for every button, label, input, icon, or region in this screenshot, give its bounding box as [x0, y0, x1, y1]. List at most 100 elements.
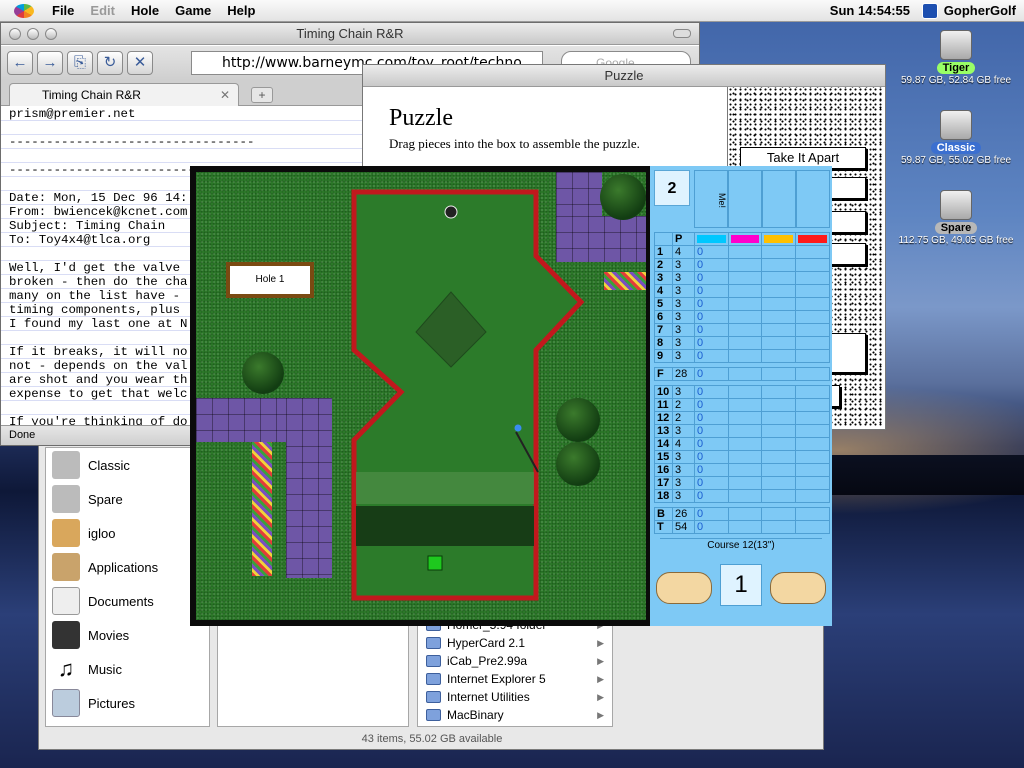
bookmarks-icon[interactable]: ⎘ — [67, 51, 93, 75]
sidebar-item-spare[interactable]: Spare — [46, 482, 209, 516]
sidebar-item-pictures[interactable]: Pictures — [46, 686, 209, 720]
next-hole-hand-icon[interactable] — [770, 572, 826, 604]
sidebar-item-label: Documents — [88, 593, 154, 609]
zoom-button[interactable] — [45, 28, 57, 40]
list-item[interactable]: HyperCard 2.1 ▶ — [418, 634, 612, 652]
player-color-swatch — [730, 235, 760, 243]
hole-number: 7 — [654, 323, 673, 337]
par-value: 3 — [671, 476, 695, 490]
player-slot — [728, 170, 762, 228]
sidebar-item-label: Pictures — [88, 695, 135, 711]
score-row: 14 4 0 — [654, 437, 830, 451]
previous-hole-hand-icon[interactable] — [656, 572, 712, 604]
reload-button[interactable]: ↻ — [97, 51, 123, 75]
minimize-button[interactable] — [27, 28, 39, 40]
menu-file[interactable]: File — [44, 3, 82, 18]
sidebar-item-music[interactable]: ♫ Music — [46, 652, 209, 686]
player-score: 0 — [693, 437, 729, 451]
player-score-empty — [795, 310, 830, 324]
sidebar-item-label: igloo — [88, 525, 116, 541]
player-score: 0 — [693, 411, 729, 425]
player-color-swatch — [696, 235, 726, 243]
close-button[interactable] — [9, 28, 21, 40]
player-score: 0 — [693, 507, 729, 521]
desktop-drive-classic[interactable]: Classic 59.87 GB, 55.02 GB free — [896, 110, 1016, 166]
player-score-empty — [761, 323, 797, 337]
score-row: 630 — [654, 310, 830, 324]
bush — [242, 352, 284, 394]
toolbar-toggle-button[interactable] — [673, 29, 691, 38]
tab-timing-chain[interactable]: Timing Chain R&R ✕ — [9, 83, 239, 106]
drive-name: Tiger — [936, 62, 976, 74]
golf-course[interactable]: Hole 1 — [196, 172, 646, 620]
sidebar-item-applications[interactable]: Applications — [46, 550, 209, 584]
par-value: 3 — [671, 336, 695, 350]
close-tab-icon[interactable]: ✕ — [220, 84, 230, 106]
player-count[interactable]: 2 — [654, 170, 690, 206]
sidebar-item-documents[interactable]: Documents — [46, 584, 209, 618]
player-score-empty — [761, 411, 797, 425]
sidebar-item-label: Applications — [88, 559, 159, 575]
sidebar-item-movies[interactable]: Movies — [46, 618, 209, 652]
disclosure-arrow-icon: ▶ — [597, 655, 604, 666]
rough-strip — [356, 472, 534, 504]
hole-number: 17 — [654, 476, 673, 490]
score-row: B 26 0 — [654, 507, 830, 521]
par-value: 28 — [671, 367, 695, 381]
list-item[interactable]: Internet Explorer 5 ▶ — [418, 670, 612, 688]
player-score-empty — [795, 424, 830, 438]
sidebar-item-label: Movies — [88, 627, 130, 643]
desktop-drive-spare[interactable]: Spare 112.75 GB, 49.05 GB free — [896, 190, 1016, 246]
player-score-empty — [795, 258, 830, 272]
sidebar-item-igloo[interactable]: igloo — [46, 516, 209, 550]
list-item[interactable]: iCab_Pre2.99a ▶ — [418, 652, 612, 670]
stop-button[interactable]: ✕ — [127, 51, 153, 75]
player-score-empty — [727, 297, 763, 311]
player-score-empty — [761, 297, 797, 311]
list-item[interactable]: Internet Utilities ▶ — [418, 688, 612, 706]
menu-hole[interactable]: Hole — [123, 3, 167, 18]
player-score-empty — [761, 424, 797, 438]
drive-info: 59.87 GB, 55.02 GB free — [900, 155, 1012, 166]
folder-icon — [426, 637, 441, 649]
player-score-empty — [727, 489, 763, 503]
list-item[interactable]: MacBinary ▶ — [418, 706, 612, 724]
player-score-empty — [795, 245, 830, 259]
scorecard: 2 Me! P 1 4 0 2 3 0 3 3 0 4 3 0 5 3 0 6 3 0 7 3 0 8 3 0 9 3 0 F 28 0 1… — [650, 166, 832, 626]
browser-title-bar[interactable]: Timing Chain R&R — [1, 23, 699, 45]
new-tab-button[interactable]: + — [251, 87, 273, 103]
par-value: 3 — [671, 489, 695, 503]
app-menu[interactable]: GopherGolf — [921, 2, 1016, 19]
sidebar-item-classic[interactable]: Classic — [46, 448, 209, 482]
par-value: 26 — [671, 507, 695, 521]
menu-edit[interactable]: Edit — [82, 3, 123, 18]
menu-help[interactable]: Help — [219, 3, 263, 18]
player-score-empty — [727, 463, 763, 477]
menubar-clock[interactable]: Sun 14:54:55 — [830, 3, 910, 18]
player-score: 0 — [693, 310, 729, 324]
hole-number: F — [654, 367, 673, 381]
hole-number: 13 — [654, 424, 673, 438]
score-row: 140 — [654, 245, 830, 259]
score-row: 930 — [654, 349, 830, 363]
player-color-swatch — [764, 235, 794, 243]
desktop-drive-tiger[interactable]: Tiger 59.87 GB, 52.84 GB free — [896, 30, 1016, 86]
score-table: P 1 4 0 2 3 0 3 3 0 4 3 0 5 3 0 6 3 0 7 3 0 8 3 0 9 3 0 F 28 0 10 3 0 11 2… — [654, 232, 830, 534]
par-value: 3 — [671, 284, 695, 298]
player-score: 0 — [693, 463, 729, 477]
player-score-empty — [761, 310, 797, 324]
apple-menu-icon[interactable] — [14, 3, 34, 18]
back-button[interactable]: ← — [7, 51, 33, 75]
player-score: 0 — [693, 385, 729, 399]
player-score-empty — [795, 520, 830, 534]
puzzle-title-bar[interactable]: Puzzle — [363, 65, 885, 87]
par-value: 4 — [671, 437, 695, 451]
hole-number: 12 — [654, 411, 673, 425]
list-item-label: HyperCard 2.1 — [447, 636, 526, 650]
score-row: 530 — [654, 297, 830, 311]
disclosure-arrow-icon: ▶ — [597, 637, 604, 648]
window-title: Timing Chain R&R — [296, 26, 404, 41]
player-score: 0 — [693, 398, 729, 412]
menu-game[interactable]: Game — [167, 3, 219, 18]
forward-button[interactable]: → — [37, 51, 63, 75]
